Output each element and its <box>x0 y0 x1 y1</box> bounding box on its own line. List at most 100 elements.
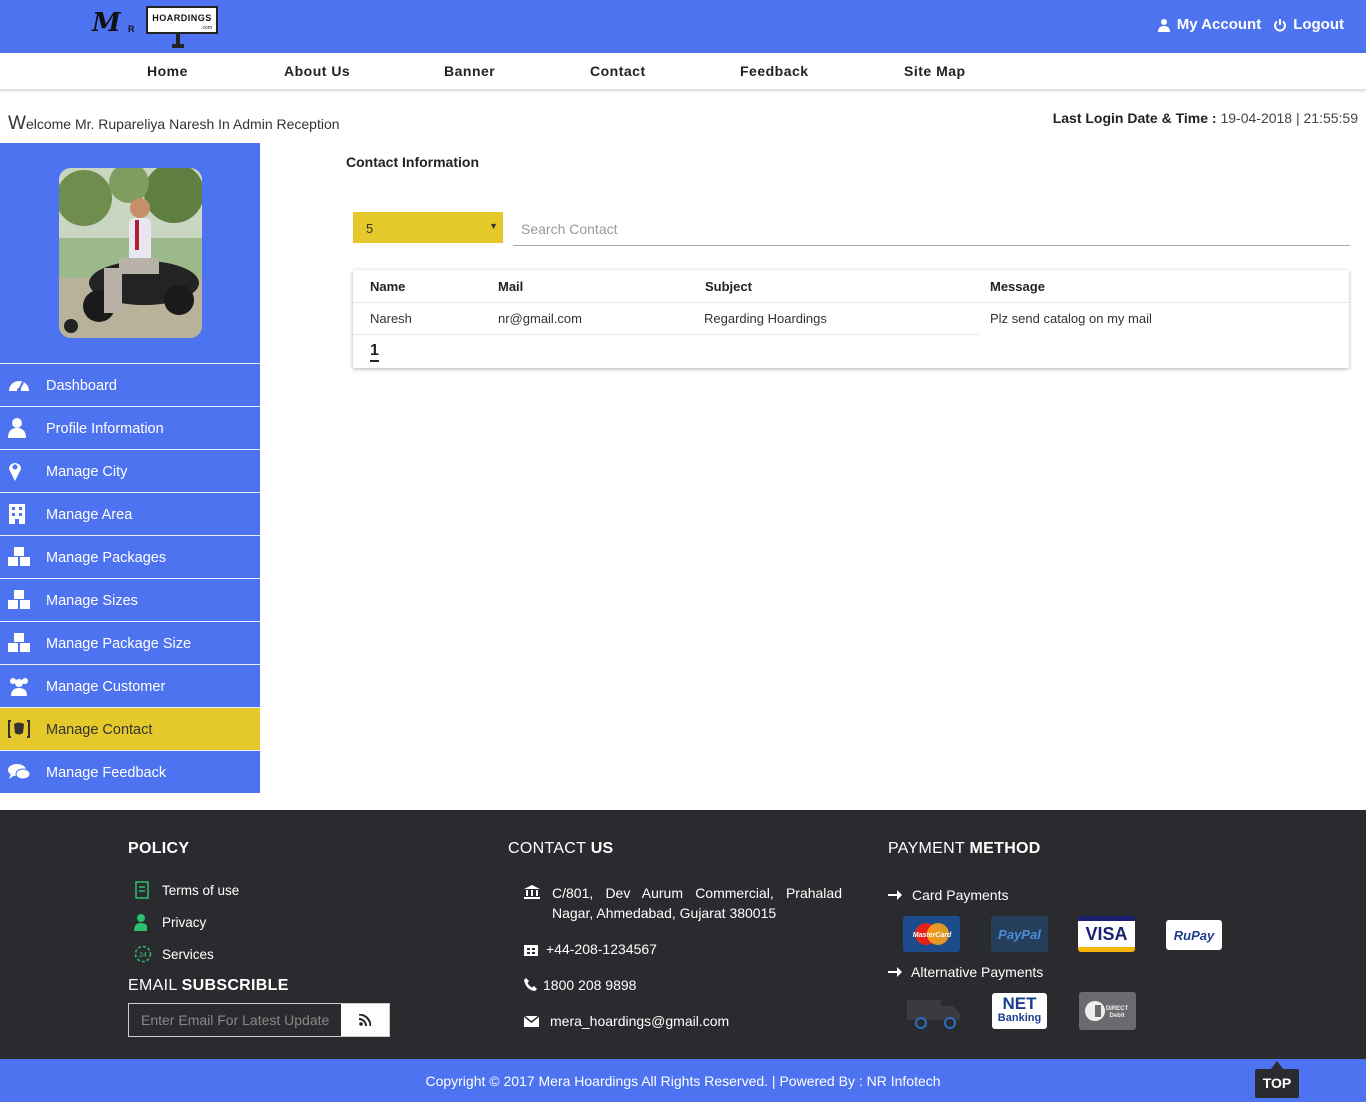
sidebar-item-manage-feedback[interactable]: Manage Feedback <box>0 750 260 793</box>
logo-board: HOARDINGS .com <box>146 6 218 34</box>
nav-about-us[interactable]: About Us <box>284 63 350 79</box>
sidebar-item-manage-sizes[interactable]: Manage Sizes <box>0 578 260 621</box>
cubes-icon <box>8 633 30 652</box>
contact-email[interactable]: mera_hoardings@gmail.com <box>550 1013 729 1029</box>
sidebar-item-label: Dashboard <box>46 378 117 394</box>
document-icon <box>135 881 149 899</box>
last-login-value: 19-04-2018 | 21:55:59 <box>1220 110 1358 126</box>
avatar <box>59 168 202 338</box>
map-marker-icon <box>9 463 21 481</box>
truck-icon <box>907 1000 960 1029</box>
sidebar-item-manage-packages[interactable]: Manage Packages <box>0 535 260 578</box>
logo-board-sub: .com <box>201 25 212 31</box>
row-divider <box>353 334 979 335</box>
logo-board-text: HOARDINGS <box>152 13 212 23</box>
nav-site-map[interactable]: Site Map <box>904 63 966 79</box>
cell-mail: nr@gmail.com <box>498 311 582 326</box>
logo-letter: M <box>92 8 121 38</box>
user-icon <box>1157 18 1170 32</box>
rss-icon <box>359 1014 371 1026</box>
column-header-mail: Mail <box>498 279 524 294</box>
building-icon <box>9 504 25 524</box>
pagination-page-1[interactable]: 1 <box>370 342 379 362</box>
paypal-logo: PayPal <box>991 916 1048 952</box>
main-nav: Home About Us Banner Contact Feedback Si… <box>0 53 1366 91</box>
sidebar: Dashboard Profile Information Manage Cit… <box>0 143 260 793</box>
sidebar-item-manage-customer[interactable]: Manage Customer <box>0 664 260 707</box>
policy-heading: POLICY <box>128 840 189 858</box>
search-input[interactable] <box>513 212 1350 246</box>
nav-contact[interactable]: Contact <box>590 63 646 79</box>
site-logo[interactable]: M R HOARDINGS .com <box>92 4 220 50</box>
dashboard-icon <box>9 381 29 392</box>
sidebar-menu: Dashboard Profile Information Manage Cit… <box>0 363 260 793</box>
card-payments-label: Card Payments <box>912 887 1009 903</box>
email-subscribe-input[interactable] <box>129 1004 342 1036</box>
column-header-name: Name <box>370 279 406 294</box>
page-title: Contact Information <box>346 154 479 170</box>
welcome-first-letter: W <box>8 113 26 134</box>
top-bar: M R HOARDINGS .com My Account Logout <box>0 0 1366 53</box>
sidebar-item-dashboard[interactable]: Dashboard <box>0 363 260 406</box>
services-link[interactable]: 24 Services <box>134 945 214 963</box>
my-account-label: My Account <box>1176 16 1262 33</box>
users-icon <box>10 678 28 696</box>
comments-icon <box>8 764 30 780</box>
net-banking-text-2: Banking <box>997 1012 1042 1024</box>
column-header-message: Message <box>990 279 1045 294</box>
svg-text:24: 24 <box>139 952 147 959</box>
contact-us-heading: CONTACT US <box>508 840 614 858</box>
direct-debit-text-2: Debit <box>1110 1013 1125 1019</box>
net-banking-logo: NET Banking <box>992 993 1047 1029</box>
sidebar-item-label: Manage Packages <box>46 550 167 566</box>
sidebar-item-manage-package-size[interactable]: Manage Package Size <box>0 621 260 664</box>
column-header-subject: Subject <box>705 279 752 294</box>
phone-icon <box>524 978 537 991</box>
terms-of-use-label: Terms of use <box>162 882 240 898</box>
address-line-1: C/801, Dev Aurum Commercial, Prahalad <box>552 885 842 901</box>
sidebar-item-label: Manage Area <box>46 507 133 523</box>
welcome-message: Welcome Mr. Rupareliya Naresh In Admin R… <box>8 113 340 135</box>
page-size-select[interactable]: 5 ▼ <box>353 212 503 243</box>
cash-on-delivery-logo <box>905 992 962 1030</box>
envelope-icon <box>524 1016 539 1027</box>
email-subscribe-heading: EMAIL SUBSCRIBLE <box>128 977 289 995</box>
footer: POLICY Terms of use Privacy 24 Services … <box>0 810 1366 1059</box>
terms-of-use-link[interactable]: Terms of use <box>134 881 239 899</box>
mastercard-text: MasterCard <box>912 932 951 939</box>
sidebar-item-manage-area[interactable]: Manage Area <box>0 492 260 535</box>
my-account-link[interactable]: My Account <box>1157 16 1261 33</box>
phone-number: 1800 208 9898 <box>543 977 637 993</box>
sidebar-item-label: Manage Package Size <box>46 636 192 652</box>
logout-link[interactable]: Logout <box>1273 16 1344 33</box>
email-heading-bold: SUBSCRIBLE <box>181 977 289 994</box>
sidebar-item-profile-information[interactable]: Profile Information <box>0 406 260 449</box>
sidebar-item-manage-city[interactable]: Manage City <box>0 449 260 492</box>
nav-home[interactable]: Home <box>147 63 188 79</box>
sidebar-item-manage-contact[interactable]: Manage Contact <box>0 707 260 750</box>
caret-down-icon: ▼ <box>489 221 498 231</box>
power-icon <box>1274 18 1287 31</box>
welcome-text: elcome Mr. Rupareliya Naresh In Admin Re… <box>25 116 340 132</box>
services-label: Services <box>162 946 214 962</box>
direct-debit-icon: DIRECTDebit <box>1085 1001 1128 1021</box>
sidebar-item-label: Manage Sizes <box>46 593 138 609</box>
contact-table: Name Mail Subject Message Naresh nr@gmai… <box>353 270 1349 368</box>
cell-subject: Regarding Hoardings <box>704 311 827 326</box>
scroll-to-top-button[interactable]: TOP <box>1255 1061 1299 1098</box>
copyright-text: Copyright © 2017 Mera Hoardings All Righ… <box>425 1073 941 1089</box>
nav-banner[interactable]: Banner <box>444 63 495 79</box>
fax-number: +44-208-1234567 <box>546 941 657 957</box>
arrow-right-icon <box>888 890 902 900</box>
nav-feedback[interactable]: Feedback <box>740 63 809 79</box>
logout-label: Logout <box>1293 16 1344 33</box>
payment-heading-bold: METHOD <box>969 840 1041 857</box>
user-shield-icon <box>134 914 147 931</box>
sidebar-item-label: Manage Contact <box>46 722 153 738</box>
logo-sub: R <box>128 24 135 34</box>
privacy-link[interactable]: Privacy <box>134 913 206 931</box>
rupay-logo: RuPay <box>1166 920 1222 950</box>
direct-debit-logo: DIRECT Debit <box>1079 992 1136 1030</box>
subscribe-button[interactable] <box>341 1004 389 1036</box>
contact-card-icon <box>8 720 30 738</box>
